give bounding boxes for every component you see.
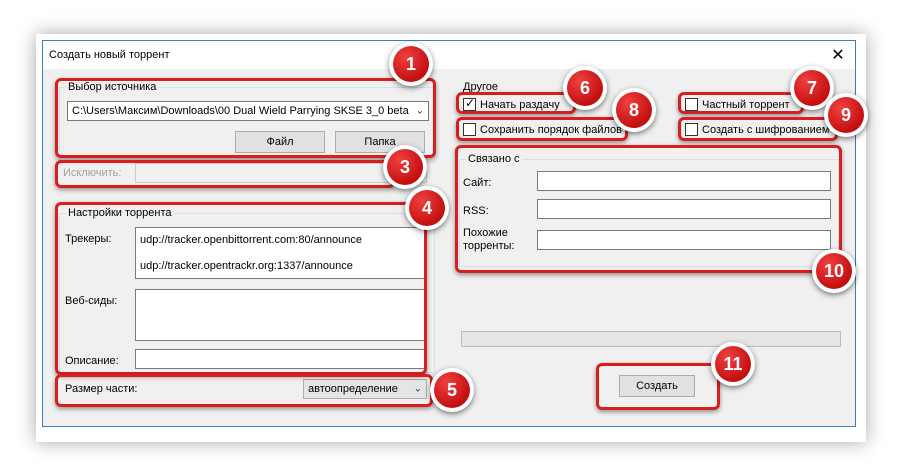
marker-10: 10: [812, 249, 856, 293]
highlight-settings: [55, 202, 427, 375]
highlight-piece-size: [55, 374, 433, 407]
marker-3: 3: [383, 145, 427, 189]
marker-4: 4: [405, 186, 449, 230]
marker-6: 6: [563, 66, 607, 110]
highlight-exclude: [55, 160, 395, 188]
marker-8: 8: [612, 88, 656, 132]
marker-1: 1: [389, 42, 433, 86]
close-icon: ✕: [831, 47, 845, 64]
highlight-encryption: [678, 117, 838, 141]
highlight-create: [596, 363, 720, 410]
close-button[interactable]: ✕: [821, 41, 855, 69]
marker-9: 9: [824, 93, 868, 137]
highlight-source: [55, 78, 436, 158]
title-bar: Создать новый торрент ✕: [43, 41, 855, 69]
highlight-related: [455, 145, 842, 273]
highlight-start-seeding: [456, 92, 576, 114]
progress-bar: [461, 331, 841, 347]
window-title: Создать новый торрент: [49, 49, 170, 61]
highlight-private: [678, 92, 804, 114]
marker-5: 5: [430, 368, 474, 412]
marker-11: 11: [711, 342, 755, 386]
highlight-preserve-order: [456, 117, 628, 141]
